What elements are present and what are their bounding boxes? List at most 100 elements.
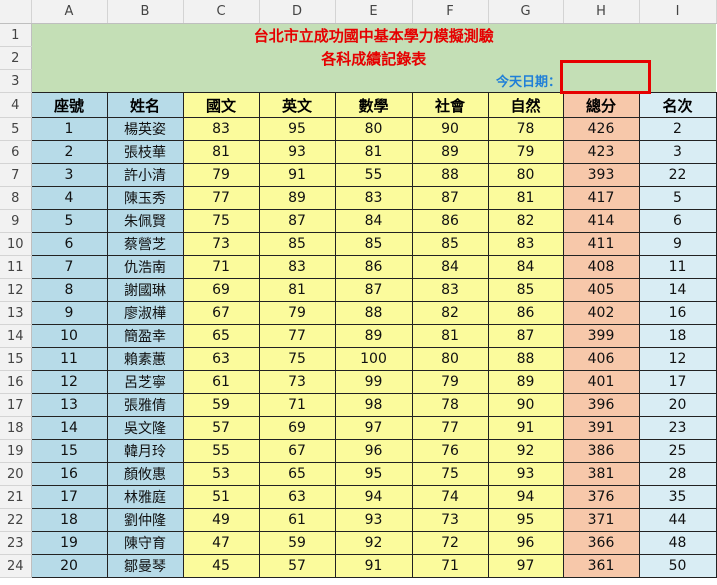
row-number[interactable]: 2	[0, 46, 32, 70]
cell-english[interactable]: 95	[258, 117, 336, 141]
cell-math[interactable]: 94	[334, 485, 413, 509]
cell-seat-no[interactable]: 3	[30, 163, 108, 187]
cell-science[interactable]: 86	[487, 301, 564, 325]
cell-total[interactable]: 426	[562, 117, 640, 141]
cell-math[interactable]: 86	[334, 255, 413, 279]
cell-seat-no[interactable]: 8	[30, 278, 108, 302]
cell-science[interactable]: 88	[487, 347, 564, 371]
cell-science[interactable]: 81	[487, 186, 564, 210]
cell-total[interactable]: 361	[562, 554, 640, 578]
row-number[interactable]: 8	[0, 186, 32, 210]
cell-seat-no[interactable]: 16	[30, 462, 108, 486]
date-label[interactable]: 今天日期：	[412, 69, 563, 93]
cell-name[interactable]: 吳文隆	[106, 416, 184, 440]
cell-social[interactable]: 79	[411, 370, 489, 394]
cell-social[interactable]: 83	[411, 278, 489, 302]
cell-english[interactable]: 79	[258, 301, 336, 325]
cell-science[interactable]: 95	[487, 508, 564, 532]
select-all-corner[interactable]	[0, 0, 32, 24]
cell-social[interactable]: 72	[411, 531, 489, 555]
cell-chinese[interactable]: 73	[182, 232, 260, 256]
cell-rank[interactable]: 48	[638, 531, 717, 555]
cell-seat-no[interactable]: 17	[30, 485, 108, 509]
cell-social[interactable]: 89	[411, 140, 489, 164]
cell-science[interactable]: 83	[487, 232, 564, 256]
cell-seat-no[interactable]: 11	[30, 347, 108, 371]
cell-chinese[interactable]: 45	[182, 554, 260, 578]
cell-english[interactable]: 81	[258, 278, 336, 302]
cell-seat-no[interactable]: 10	[30, 324, 108, 348]
header-science[interactable]: 自然	[487, 92, 564, 118]
cell-seat-no[interactable]: 19	[30, 531, 108, 555]
cell-total[interactable]: 406	[562, 347, 640, 371]
row-number[interactable]: 16	[0, 370, 32, 394]
cell-name[interactable]: 廖淑樺	[106, 301, 184, 325]
column-header-i[interactable]: I	[639, 0, 717, 24]
cell-total[interactable]: 401	[562, 370, 640, 394]
cell-math[interactable]: 81	[334, 140, 413, 164]
cell-english[interactable]: 83	[258, 255, 336, 279]
column-header-d[interactable]: D	[259, 0, 336, 24]
cell-total[interactable]: 371	[562, 508, 640, 532]
cell-seat-no[interactable]: 6	[30, 232, 108, 256]
cell-social[interactable]: 81	[411, 324, 489, 348]
cell-math[interactable]: 84	[334, 209, 413, 233]
cell-total[interactable]: 411	[562, 232, 640, 256]
cell-english[interactable]: 89	[258, 186, 336, 210]
column-header-e[interactable]: E	[335, 0, 413, 24]
row-number[interactable]: 14	[0, 324, 32, 348]
cell-rank[interactable]: 6	[638, 209, 717, 233]
header-seat-no[interactable]: 座號	[30, 92, 108, 118]
cell-rank[interactable]: 23	[638, 416, 717, 440]
row-number[interactable]: 9	[0, 209, 32, 233]
header-rank[interactable]: 名次	[638, 92, 717, 118]
cell-math[interactable]: 97	[334, 416, 413, 440]
cell-social[interactable]: 85	[411, 232, 489, 256]
cell-english[interactable]: 63	[258, 485, 336, 509]
cell-science[interactable]: 78	[487, 117, 564, 141]
title-line-1[interactable]: 台北市立成功國中基本學力模擬測驗	[31, 23, 716, 47]
cell-english[interactable]: 61	[258, 508, 336, 532]
cell-science[interactable]: 90	[487, 393, 564, 417]
cell-name[interactable]: 鄒曼琴	[106, 554, 184, 578]
cell-social[interactable]: 88	[411, 163, 489, 187]
cell-math[interactable]: 85	[334, 232, 413, 256]
cell-seat-no[interactable]: 9	[30, 301, 108, 325]
cell-chinese[interactable]: 81	[182, 140, 260, 164]
cell-math[interactable]: 87	[334, 278, 413, 302]
cell-math[interactable]: 91	[334, 554, 413, 578]
cell-chinese[interactable]: 55	[182, 439, 260, 463]
cell-rank[interactable]: 44	[638, 508, 717, 532]
cell-social[interactable]: 71	[411, 554, 489, 578]
cell-english[interactable]: 59	[258, 531, 336, 555]
cell-math[interactable]: 83	[334, 186, 413, 210]
cell-name[interactable]: 賴素蕙	[106, 347, 184, 371]
cell-total[interactable]: 366	[562, 531, 640, 555]
cell-seat-no[interactable]: 14	[30, 416, 108, 440]
row-number[interactable]: 22	[0, 508, 32, 532]
row-number[interactable]: 17	[0, 393, 32, 417]
cell-rank[interactable]: 14	[638, 278, 717, 302]
cell-total[interactable]: 386	[562, 439, 640, 463]
cell-math[interactable]: 93	[334, 508, 413, 532]
cell-name[interactable]: 仇浩南	[106, 255, 184, 279]
cell-chinese[interactable]: 61	[182, 370, 260, 394]
cell-math[interactable]: 99	[334, 370, 413, 394]
cell-english[interactable]: 57	[258, 554, 336, 578]
column-header-g[interactable]: G	[488, 0, 564, 24]
cell-name[interactable]: 韓月玲	[106, 439, 184, 463]
cell-social[interactable]: 80	[411, 347, 489, 371]
cell-rank[interactable]: 22	[638, 163, 717, 187]
cell-name[interactable]: 呂芝寧	[106, 370, 184, 394]
cell-rank[interactable]: 18	[638, 324, 717, 348]
cell-chinese[interactable]: 83	[182, 117, 260, 141]
header-english[interactable]: 英文	[258, 92, 336, 118]
cell-english[interactable]: 77	[258, 324, 336, 348]
cell-science[interactable]: 91	[487, 416, 564, 440]
cell-english[interactable]: 69	[258, 416, 336, 440]
cell-english[interactable]: 87	[258, 209, 336, 233]
row-number[interactable]: 23	[0, 531, 32, 555]
cell-rank[interactable]: 12	[638, 347, 717, 371]
cell-chinese[interactable]: 57	[182, 416, 260, 440]
cell-name[interactable]: 許小清	[106, 163, 184, 187]
